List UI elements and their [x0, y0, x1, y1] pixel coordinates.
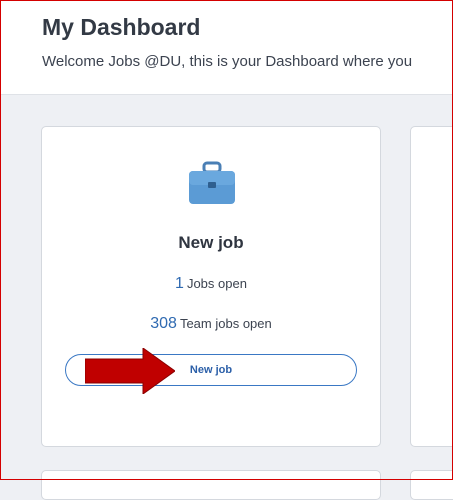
new-job-card: New job 1 Jobs open 308 Team jobs open New…	[41, 126, 381, 447]
page-header: My Dashboard Welcome Jobs @DU, this is y…	[0, 0, 453, 95]
welcome-message: Welcome Jobs @DU, this is your Dashboard…	[42, 53, 413, 70]
team-jobs-open-stat: 308 Team jobs open	[42, 315, 380, 333]
jobs-open-stat: 1 Jobs open	[42, 275, 380, 293]
dashboard-card-lower-left	[41, 470, 381, 500]
page-title: My Dashboard	[42, 14, 201, 40]
card-title: New job	[178, 233, 244, 252]
team-jobs-open-count: 308	[150, 315, 177, 332]
dashboard-card-right	[410, 126, 453, 447]
jobs-open-count: 1	[175, 275, 184, 292]
team-jobs-open-label: Team jobs open	[179, 316, 272, 331]
dashboard-card-lower-right	[410, 470, 453, 500]
red-arrow-icon	[85, 348, 175, 394]
briefcase-icon	[189, 161, 235, 204]
jobs-open-label: Jobs open	[186, 276, 247, 291]
